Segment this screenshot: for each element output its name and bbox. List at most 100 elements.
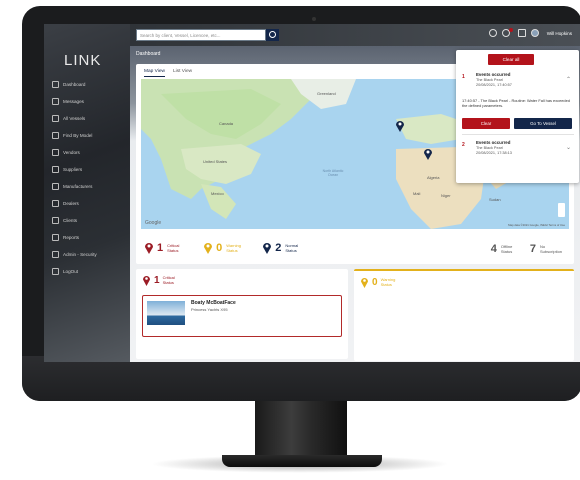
event-time: 20/08/2021, 17:38:13	[476, 151, 512, 155]
go-to-vessel-button[interactable]: Go To Vessel	[514, 118, 572, 129]
sidebar-item-label: Vendors	[63, 150, 80, 155]
offline-label: Offline Status	[500, 244, 513, 254]
vessel-marker-normal-2[interactable]	[423, 147, 433, 160]
sidebar-item-messages[interactable]: Messages	[52, 93, 132, 110]
critical-pin-icon	[145, 243, 153, 254]
status-summary-secondary: 4 Offline Status 7 No Subscription	[488, 243, 566, 255]
page-title: Dashboard	[136, 51, 161, 57]
normal-count: 2	[275, 241, 282, 254]
notification-dot	[508, 28, 513, 32]
no-subscription-count: 7	[529, 243, 536, 255]
monitor-stand	[255, 401, 347, 461]
sidebar-item-label: Admin - Security	[63, 252, 97, 257]
search-button[interactable]	[266, 29, 279, 41]
notification-event-1[interactable]: 1 Events occurred The Black Pearl 20/08/…	[462, 72, 574, 94]
monitor-stand-base	[222, 455, 382, 467]
sidebar-item-label: Suppliers	[63, 167, 83, 172]
sidebar-item-all-vessels[interactable]: All Vessels	[52, 110, 132, 127]
wrench-icon	[52, 183, 59, 190]
critical-card-label: Critical Status	[162, 275, 175, 285]
chevron-up-icon[interactable]: ⌃	[566, 76, 571, 83]
tab-list-view[interactable]: List View	[173, 69, 192, 77]
vessel-name: Boaty McBoatFace	[191, 300, 236, 306]
notification-panel: Clear all 1 Events occurred The Black Pe…	[456, 50, 579, 183]
vessel-model: Princess Yachts X95	[191, 307, 228, 312]
search-icon	[52, 132, 59, 139]
sidebar-item-logout[interactable]: LogOut	[52, 263, 132, 280]
sidebar-item-suppliers[interactable]: Suppliers	[52, 161, 132, 178]
google-logo: Google	[145, 220, 162, 226]
users-icon	[52, 217, 59, 224]
critical-card: 1 Critical Status Boaty McBoatFace Princ…	[136, 269, 348, 359]
user-name[interactable]: Will Hopkins	[547, 31, 572, 36]
home-icon	[52, 81, 59, 88]
map-label-niger: Niger	[441, 193, 451, 198]
stat-offline[interactable]: 4 Offline Status	[488, 243, 519, 255]
sidebar-item-find-by-model[interactable]: Find By Model	[52, 127, 132, 144]
message-icon	[52, 98, 59, 105]
map-label-mexico: Mexico	[211, 191, 224, 196]
sidebar-item-label: All Vessels	[63, 116, 86, 121]
warning-count: 0	[216, 241, 223, 254]
logout-icon	[52, 268, 59, 275]
critical-count: 1	[157, 241, 164, 254]
clear-all-button[interactable]: Clear all	[488, 54, 534, 65]
stat-critical[interactable]: 1 Critical Status	[144, 241, 189, 254]
help-icon[interactable]	[488, 29, 497, 37]
screen: LINK Dashboard Messages All Vessels Find…	[44, 24, 580, 362]
vessel-image	[147, 301, 185, 325]
warning-label: Warning Status	[226, 242, 241, 253]
event-time: 20/08/2021, 17:40:57	[476, 83, 512, 87]
report-icon	[52, 234, 59, 241]
map-label-sudan: Sudan	[489, 197, 501, 202]
status-summary: 1 Critical Status 0 Warning Status 2 Nor…	[144, 241, 321, 254]
top-bar: Search by client, Vessel, Licencee, etc.…	[130, 24, 580, 46]
search-input[interactable]: Search by client, Vessel, Licencee, etc.…	[136, 29, 266, 41]
vessel-marker-normal-1[interactable]	[395, 119, 405, 132]
warning-card-label: Warning Status	[380, 277, 396, 287]
mail-icon[interactable]	[517, 29, 526, 37]
sidebar-item-label: Clients	[63, 218, 78, 223]
sidebar-item-admin-security[interactable]: Admin - Security	[52, 246, 132, 263]
monitor-chin	[22, 356, 580, 401]
warning-card-header: 0 Warning Status	[354, 271, 574, 293]
zoom-control[interactable]	[558, 203, 565, 217]
sidebar-item-label: Messages	[63, 99, 84, 104]
event-message: 17:40:57 - The Black Pearl - Routine: Wa…	[462, 98, 570, 108]
sidebar-item-label: Find By Model	[63, 133, 93, 138]
sidebar-item-vendors[interactable]: Vendors	[52, 144, 132, 161]
sidebar-nav: Dashboard Messages All Vessels Find By M…	[52, 76, 132, 280]
sidebar-item-manufacturers[interactable]: Manufacturers	[52, 178, 132, 195]
no-subscription-label: No Subscription	[540, 244, 563, 254]
sidebar-item-clients[interactable]: Clients	[52, 212, 132, 229]
warning-pin-icon	[204, 243, 213, 254]
stat-normal[interactable]: 2 Normal Status	[262, 241, 307, 254]
critical-card-header: 1 Critical Status	[136, 269, 348, 291]
sidebar-item-label: Reports	[63, 235, 80, 240]
sidebar-item-label: Manufacturers	[63, 184, 93, 189]
sidebar: LINK Dashboard Messages All Vessels Find…	[44, 24, 130, 362]
vessel-card[interactable]: Boaty McBoatFace Princess Yachts X95	[142, 295, 342, 337]
event-index: 2	[462, 142, 465, 148]
warning-card-count: 0	[372, 276, 378, 288]
sidebar-item-dashboard[interactable]: Dashboard	[52, 76, 132, 93]
clear-event-button[interactable]: Clear	[462, 118, 510, 129]
critical-pin-icon	[143, 276, 150, 286]
camera-dot	[312, 17, 316, 21]
shield-icon	[52, 251, 59, 258]
event-title: Events occurred	[476, 72, 511, 77]
normal-label: Normal Status	[285, 242, 299, 253]
tab-map-view[interactable]: Map View	[144, 69, 165, 77]
chevron-down-icon[interactable]: ⌄	[566, 144, 571, 151]
stat-warning[interactable]: 0 Warning Status	[203, 241, 248, 254]
map-label-algeria: Algeria	[427, 175, 440, 180]
notification-event-2[interactable]: 2 Events occurred The Black Pearl 20/08/…	[462, 140, 574, 162]
map-attribution: Map data ©2021 Google, INEGI Terms of Us…	[508, 223, 565, 227]
list-icon	[52, 115, 59, 122]
avatar[interactable]	[530, 29, 539, 37]
sidebar-item-reports[interactable]: Reports	[52, 229, 132, 246]
truck-icon	[52, 166, 59, 173]
sidebar-item-dealers[interactable]: Dealers	[52, 195, 132, 212]
stat-no-subscription[interactable]: 7 No Subscription	[527, 243, 566, 255]
event-vessel: The Black Pearl	[476, 78, 503, 82]
